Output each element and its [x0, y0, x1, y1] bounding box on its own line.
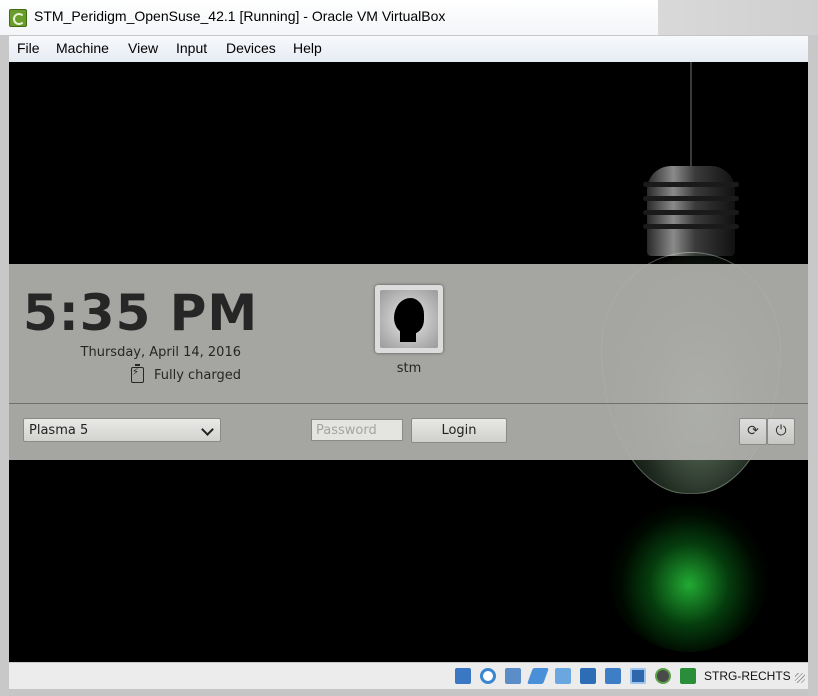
refresh-icon[interactable]: ⟳: [739, 418, 767, 445]
panel-divider: [9, 403, 808, 404]
neck-silhouette: [400, 328, 416, 342]
virtualbox-icon: [9, 9, 27, 27]
login-button[interactable]: Login: [411, 418, 507, 443]
battery-label: Fully charged: [153, 367, 241, 383]
vm-screen[interactable]: 5:35 PM Thursday, April 14, 2016 Fully c…: [9, 62, 808, 662]
socket-ring: [643, 196, 739, 201]
socket-ring: [643, 224, 739, 229]
login-panel: 5:35 PM Thursday, April 14, 2016 Fully c…: [9, 264, 808, 460]
avatar-icon: [380, 290, 438, 348]
video-capture-icon[interactable]: [630, 668, 646, 684]
window-frame-right: [808, 35, 818, 696]
window-frame-left: [0, 35, 9, 696]
username-label[interactable]: stm: [375, 361, 443, 376]
shared-folder-icon[interactable]: [580, 668, 596, 684]
lightbulb-cord: [690, 62, 692, 170]
menu-help[interactable]: Help: [291, 40, 324, 56]
optical-drive-icon[interactable]: [480, 668, 496, 684]
window-titlebar[interactable]: STM_Peridigm_OpenSuse_42.1 [Running] - O…: [0, 0, 659, 35]
desktop-background: [658, 0, 818, 35]
chevron-down-icon: [201, 423, 214, 436]
menu-devices[interactable]: Devices: [224, 40, 278, 56]
window-title: STM_Peridigm_OpenSuse_42.1 [Running] - O…: [34, 8, 446, 24]
menu-file[interactable]: File: [15, 40, 42, 56]
menu-input[interactable]: Input: [174, 40, 209, 56]
lightbulb-reflection: [609, 502, 769, 652]
clock-time: 5:35 PM: [23, 284, 259, 342]
hard-disk-icon[interactable]: [455, 668, 471, 684]
status-bar: STRG-RECHTS: [9, 662, 808, 689]
network-icon[interactable]: [527, 668, 549, 684]
cpu-icon[interactable]: [655, 668, 671, 684]
user-avatar[interactable]: [375, 285, 443, 353]
battery-icon: [130, 364, 144, 383]
clock-date: Thursday, April 14, 2016: [80, 345, 241, 360]
host-key-label: STRG-RECHTS: [704, 669, 791, 683]
mouse-integration-icon[interactable]: [680, 668, 696, 684]
resize-grip-icon[interactable]: [795, 673, 805, 683]
menu-machine[interactable]: Machine: [54, 40, 111, 56]
password-input[interactable]: [311, 419, 403, 441]
display-icon[interactable]: [605, 668, 621, 684]
menu-bar: File Machine View Input Devices Help: [9, 36, 808, 63]
audio-icon[interactable]: [505, 668, 521, 684]
power-icon[interactable]: ⏻: [767, 418, 795, 445]
battery-status: Fully charged: [130, 364, 241, 383]
session-value: Plasma 5: [29, 423, 89, 438]
socket-ring: [643, 182, 739, 187]
socket-ring: [643, 210, 739, 215]
usb-icon[interactable]: [555, 668, 571, 684]
session-select[interactable]: Plasma 5: [23, 418, 221, 442]
menu-view[interactable]: View: [126, 40, 160, 56]
